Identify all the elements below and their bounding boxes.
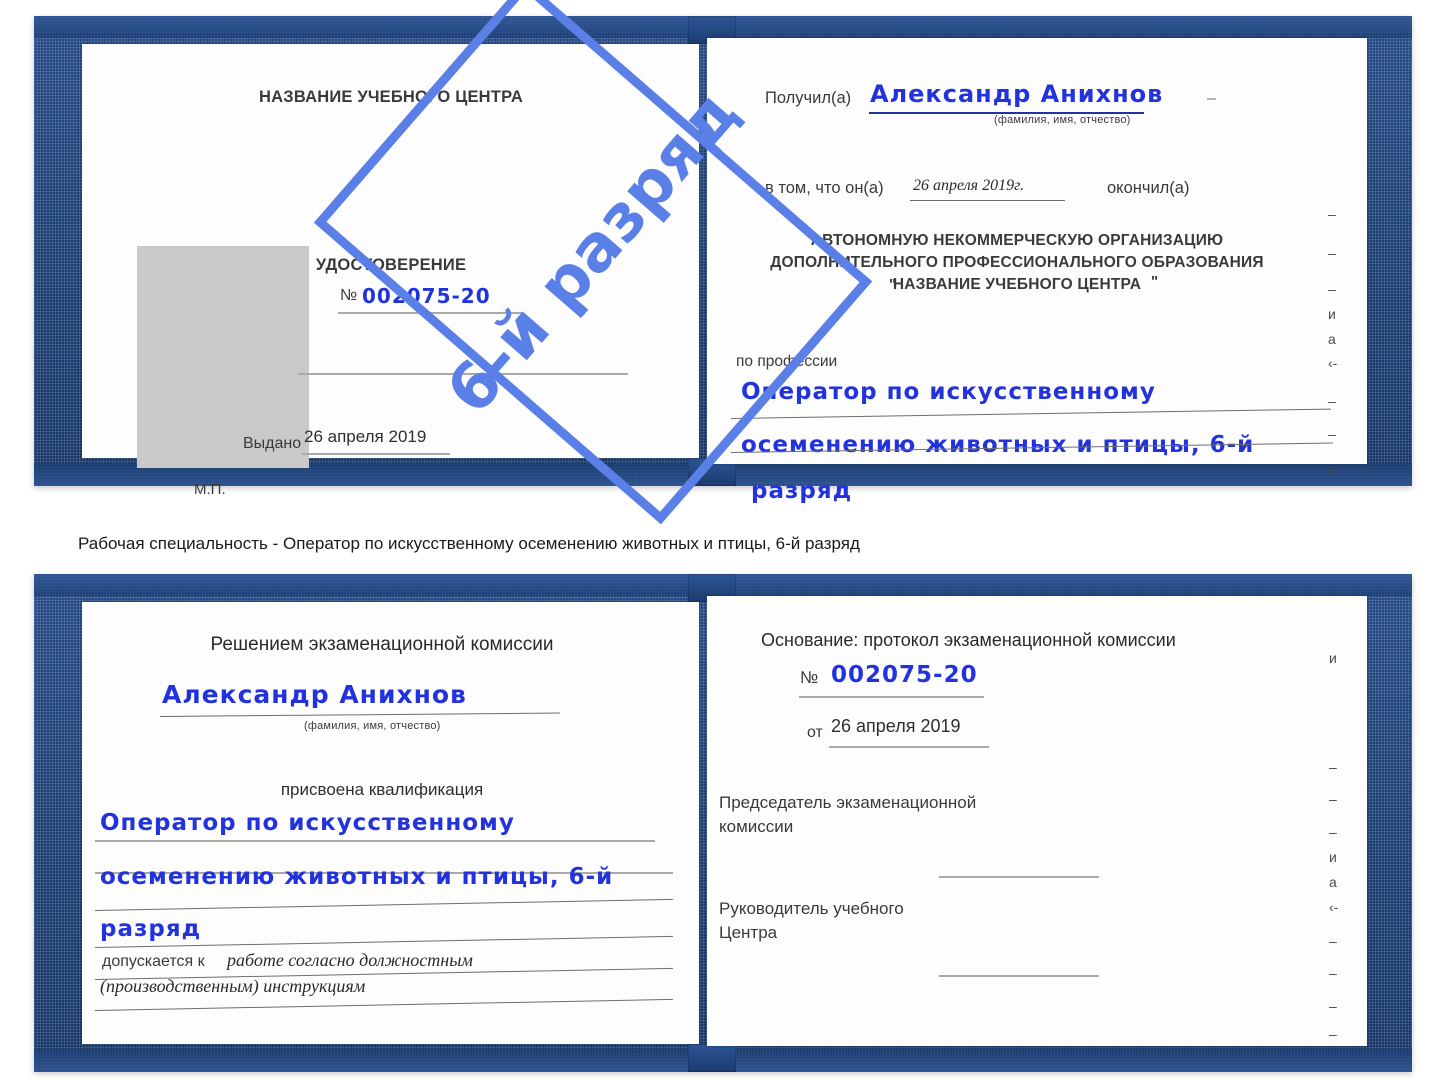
admitted-value-line-2: (производственным) инструкциям <box>100 976 366 996</box>
image-caption: Рабочая специальность - Оператор по иску… <box>78 534 860 553</box>
certificate-front-cover: НАЗВАНИЕ УЧЕБНОГО ЦЕНТРА УДОСТОВЕРЕНИЕ №… <box>34 16 1412 504</box>
protocol-number-value: 002075-20 <box>831 662 978 688</box>
qualification-assigned-label: присвоена квалификация <box>280 780 484 799</box>
bleed-fragment: а <box>1328 331 1336 347</box>
in-that-label: в том, что он(а) <box>765 179 884 197</box>
dash-after-name: – <box>1207 90 1216 107</box>
received-label: Получил(а) <box>765 89 852 107</box>
chairman-signature-rule <box>939 876 1099 878</box>
bleed-fragment: – <box>1329 1026 1337 1042</box>
fio-hint-back: (фамилия, имя, отчество) <box>304 720 441 732</box>
seal-place-label: М.П. <box>194 481 226 498</box>
qualification-rule-1 <box>95 840 655 842</box>
bleed-fragment: – <box>1329 998 1337 1014</box>
issued-date-value: 26 апреля 2019 <box>304 427 427 446</box>
protocol-number-rule <box>799 696 984 698</box>
chairman-label-line-1: Председатель экзаменационной <box>719 793 977 812</box>
front-left-page: НАЗВАНИЕ УЧЕБНОГО ЦЕНТРА УДОСТОВЕРЕНИЕ №… <box>82 44 699 498</box>
profession-value-line-1: Оператор по искусственному <box>741 379 1156 405</box>
finished-label: окончил(а) <box>1107 179 1190 197</box>
qualification-rule-3 <box>94 898 673 911</box>
qualification-value-line-3: разряд <box>100 916 202 942</box>
bleed-fragment: – <box>1328 393 1336 409</box>
basis-protocol-label: Основание: протокол экзаменационной коми… <box>761 630 1176 650</box>
director-signature-rule <box>939 975 1099 977</box>
front-right-page: Получил(а) Александр Анихнов (фамилия, и… <box>707 38 1367 504</box>
issued-label: Выдано <box>243 435 302 452</box>
bleed-fragment: – <box>1329 791 1337 807</box>
certificate-back-cover: Решением экзаменационной комиссии Алекса… <box>34 574 1412 1072</box>
bleed-fragment: и <box>1329 849 1337 865</box>
admitted-label: допускается к <box>102 953 205 970</box>
qualification-value-line-2: осеменению животных и птицы, 6-й <box>100 864 614 890</box>
bleed-fragment: и <box>1328 306 1336 322</box>
protocol-date-label: от <box>807 724 823 741</box>
number-symbol: № <box>340 287 358 304</box>
bleed-fragment: – <box>1328 245 1336 261</box>
certificate-number-value: 002075-20 <box>362 284 491 308</box>
bleed-fragment: – <box>1329 759 1337 775</box>
protocol-date-value: 26 апреля 2019 <box>831 716 961 736</box>
bleed-fragment: – <box>1329 933 1337 949</box>
document-type-label: УДОСТОВЕРЕНИЕ <box>315 256 467 274</box>
bleed-fragment: – <box>1328 426 1336 442</box>
bleed-fragment: – <box>1329 965 1337 981</box>
organization-quote-close: " <box>1151 273 1159 290</box>
commission-decision-heading: Решением экзаменационной комиссии <box>210 634 554 655</box>
bleed-fragment: – <box>1328 206 1336 222</box>
blank-rule-1 <box>298 373 628 375</box>
admitted-value-line-1: работе согласно должностным <box>227 950 473 970</box>
number-rule <box>338 312 523 314</box>
back-left-page: Решением экзаменационной комиссии Алекса… <box>82 602 699 1044</box>
spine-notch-bottom <box>688 1044 736 1072</box>
organization-line-1: АВТОНОМНУЮ НЕКОММЕРЧЕСКУЮ ОРГАНИЗАЦИЮ <box>810 232 1224 249</box>
profession-value-line-3: разряд <box>751 478 853 504</box>
admitted-rule-bottom <box>94 998 673 1011</box>
organization-line-2: ДОПОЛНИТЕЛЬНОГО ПРОФЕССИОНАЛЬНОГО ОБРАЗО… <box>770 254 1264 271</box>
bleed-fragment: ‹- <box>1328 355 1338 371</box>
bleed-fragment: а <box>1329 874 1337 890</box>
back-right-page: Основание: протокол экзаменационной коми… <box>707 596 1367 1046</box>
profession-label: по профессии <box>736 353 838 370</box>
organization-line-3: НАЗВАНИЕ УЧЕБНОГО ЦЕНТРА <box>892 276 1142 293</box>
protocol-number-symbol: № <box>800 668 819 687</box>
training-center-title: НАЗВАНИЕ УЧЕБНОГО ЦЕНТРА <box>259 88 523 106</box>
profession-rule-1 <box>730 408 1331 419</box>
completion-date-rule <box>910 200 1065 201</box>
issued-rule <box>302 453 450 455</box>
fio-hint-front: (фамилия, имя, отчество) <box>994 114 1131 126</box>
completion-date-value: 26 апреля 2019г. <box>913 177 1025 194</box>
protocol-date-rule <box>829 746 989 748</box>
chairman-label-line-2: комиссии <box>719 817 794 836</box>
bleed-fragment: ‹- <box>1329 899 1339 915</box>
bleed-fragment: – <box>1328 281 1336 297</box>
bleed-fragment: – <box>1329 824 1337 840</box>
qualification-value-line-1: Оператор по искусственному <box>100 810 515 836</box>
graduate-name-rule <box>159 712 560 717</box>
director-label-line-1: Руководитель учебного <box>719 899 904 918</box>
director-label-line-2: Центра <box>719 923 778 942</box>
recipient-name-value: Александр Анихнов <box>870 80 1164 108</box>
bleed-fragment: – <box>1328 461 1336 477</box>
bleed-fragment: и <box>1329 650 1337 666</box>
graduate-name-value: Александр Анихнов <box>162 680 467 709</box>
